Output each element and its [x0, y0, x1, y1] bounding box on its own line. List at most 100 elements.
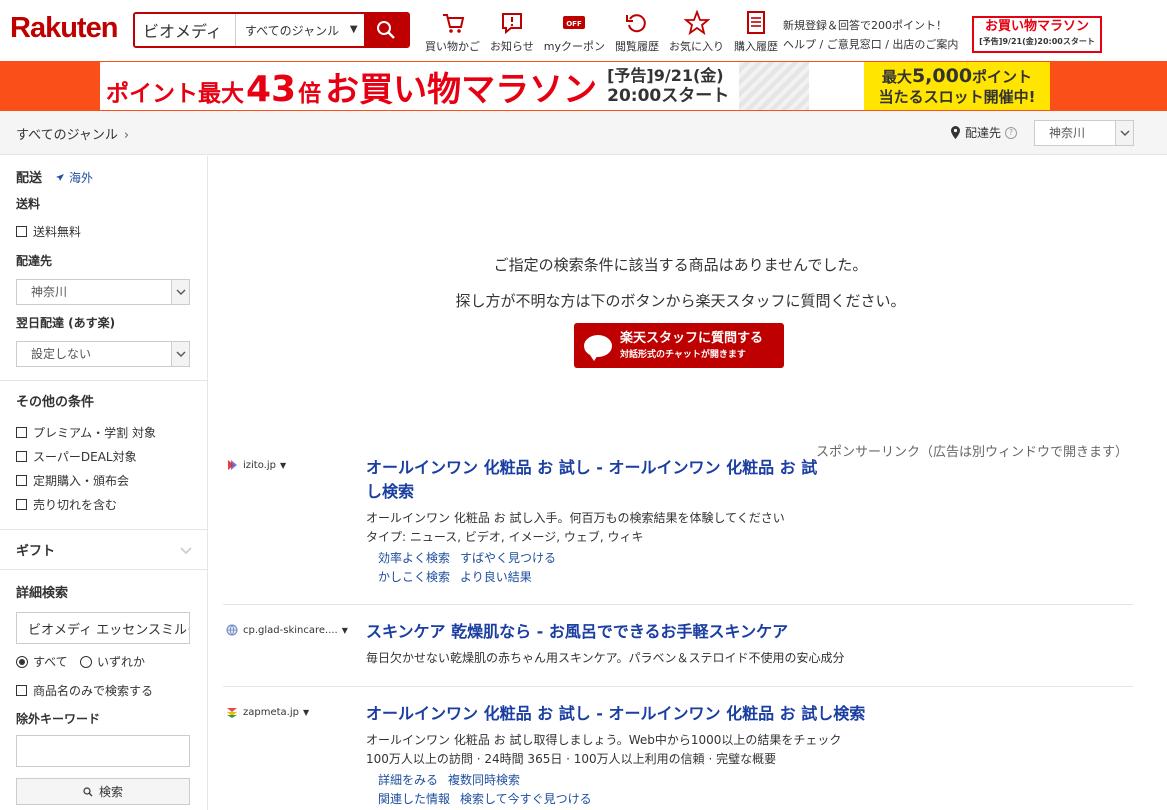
search-input[interactable] — [135, 14, 235, 46]
gift-toggle[interactable] — [180, 544, 192, 558]
ad-sitelink[interactable]: 関連した情報 — [378, 792, 450, 806]
chevron-down-icon — [180, 547, 192, 555]
divider — [0, 529, 207, 530]
chat-bubble-icon — [584, 334, 612, 361]
ad-sitelink[interactable]: かしこく検索 — [378, 570, 450, 584]
nextday-select-value: 設定しない — [31, 347, 92, 361]
ad-sitelink[interactable]: より良い結果 — [460, 570, 532, 584]
free-shipping-checkbox[interactable]: 送料無料 — [16, 223, 81, 240]
divider — [223, 686, 1133, 687]
banner-prefix: ポイント最大 — [106, 80, 244, 107]
divider — [0, 569, 207, 570]
sidebar-search-button[interactable]: 検索 — [16, 778, 190, 805]
radio-any[interactable]: いずれか — [80, 653, 145, 670]
nav-purchase-label: 購入履歴 — [734, 40, 779, 53]
delivery-label-text: 配達先 — [965, 126, 1002, 140]
overseas-link[interactable]: 海外 — [55, 169, 93, 186]
banner-date: [予告]9/21(金) 20:00スタート — [607, 65, 729, 107]
shipping-title: 配送 — [16, 171, 43, 186]
subscription-checkbox[interactable]: 定期購入・頒布会 — [16, 472, 129, 489]
nav-coupon[interactable]: OFF myクーポン — [544, 10, 605, 54]
ask-staff-sub: 対話形式のチャットが開きます — [620, 349, 746, 360]
genre-select[interactable]: すべてのジャンル ▼ — [235, 14, 364, 46]
gift-title[interactable]: ギフト — [16, 540, 55, 559]
caret-down-icon: ▼ — [341, 625, 348, 635]
header-nav: 買い物かご お知らせ OFF myクーポン 閲覧履歴 お気に入り 購入履歴 — [425, 10, 788, 54]
history-icon — [626, 14, 646, 33]
name-only-checkbox[interactable]: 商品名のみで検索する — [16, 682, 153, 699]
notice-icon — [501, 13, 522, 35]
ad-description: タイプ: ニュース, ビデオ, イメージ, ウェブ, ウィキ — [366, 530, 644, 544]
nav-cart-label: 買い物かご — [425, 40, 480, 53]
ad-sitelink[interactable]: 複数同時検索 — [448, 773, 520, 787]
detail-search-input[interactable] — [16, 612, 190, 644]
help-icon[interactable]: ? — [1005, 126, 1018, 139]
ad-title[interactable]: オールインワン 化粧品 お 試し - オールインワン 化粧品 お 試 し検索 — [366, 456, 826, 504]
delivery-select[interactable]: 神奈川 — [1034, 120, 1134, 146]
header-links: 新規登録＆回答で200ポイント！ ヘルプ / ご意見窓口 / 出店のご案内 — [783, 16, 958, 54]
marathon-badge[interactable]: お買い物マラソン [予告]9/21(金)20:00スタート — [972, 16, 1102, 53]
checkbox-box — [16, 451, 27, 462]
nav-notice-label: お知らせ — [490, 40, 534, 53]
rakuten-logo[interactable]: Rakuten — [10, 12, 118, 45]
delivery-select-value: 神奈川 — [1049, 126, 1086, 140]
subscription-label: 定期購入・頒布会 — [33, 474, 130, 488]
genre-select-label: すべてのジャンル — [245, 23, 340, 38]
ad-sitelink[interactable]: 効率よく検索 — [378, 551, 450, 565]
help-links[interactable]: ヘルプ / ご意見窓口 / 出店のご案内 — [783, 35, 958, 54]
chevron-down-icon — [176, 289, 185, 295]
free-shipping-label: 送料無料 — [33, 225, 82, 239]
dest-select[interactable]: 神奈川 — [16, 279, 190, 305]
signup-link[interactable]: 新規登録＆回答で200ポイント！ — [783, 16, 958, 35]
breadcrumb-genre: すべてのジャンル — [16, 128, 118, 143]
ad-description: 毎日欠かせない乾燥肌の赤ちゃん用スキンケア。パラベン＆ステロイド不使用の安心成分 — [366, 651, 845, 665]
banner-start: 20:00スタート — [607, 86, 730, 106]
chevron-right-icon: › — [123, 128, 130, 143]
ad-sitelink[interactable]: 検索して今すぐ見つける — [460, 792, 592, 806]
star-icon — [683, 10, 710, 36]
ad-source[interactable]: izito.jp ▼ — [226, 459, 286, 471]
nav-history-label: 閲覧履歴 — [615, 40, 660, 53]
ad-sitelink[interactable]: すばやく見つける — [460, 551, 556, 565]
breadcrumb[interactable]: すべてのジャンル › — [16, 124, 129, 143]
ad-sitelink[interactable]: 詳細をみる — [378, 773, 438, 787]
caret-down-icon: ▼ — [349, 24, 358, 35]
overseas-link-label: 海外 — [69, 171, 94, 185]
slot-points-unit: ポイント — [972, 68, 1033, 86]
banner-slot-line1: 最大5,000ポイント — [864, 66, 1050, 87]
radio-dot — [16, 655, 28, 668]
globe-icon — [226, 624, 238, 636]
nav-favorites[interactable]: お気に入り — [669, 10, 724, 54]
ad-source[interactable]: cp.glad-skincare.... ▼ — [226, 624, 348, 636]
exclude-keyword-input[interactable] — [16, 735, 190, 767]
nav-history[interactable]: 閲覧履歴 — [615, 10, 659, 54]
ad-sitelinks: 詳細をみる 複数同時検索 — [378, 771, 530, 790]
nav-purchase[interactable]: 購入履歴 — [734, 10, 778, 54]
ad-title[interactable]: オールインワン 化粧品 お 試し - オールインワン 化粧品 お 試し検索 — [366, 702, 865, 726]
radio-all[interactable]: すべて — [16, 653, 68, 670]
ask-staff-label: 楽天スタッフに質問する — [620, 330, 764, 346]
soldout-checkbox[interactable]: 売り切れを含む — [16, 496, 117, 513]
superdeal-checkbox[interactable]: スーパーDEAL対象 — [16, 448, 137, 465]
nav-cart[interactable]: 買い物かご — [425, 10, 480, 54]
izito-favicon-icon — [228, 460, 237, 470]
search-button[interactable] — [363, 14, 408, 46]
breadcrumb-bar: すべてのジャンル › 配達先 ? 神奈川 — [0, 111, 1167, 155]
nextday-select[interactable]: 設定しない — [16, 341, 190, 367]
ad-source[interactable]: zapmeta.jp ▼ — [226, 706, 309, 718]
nav-notice[interactable]: お知らせ — [490, 10, 534, 54]
dest-label: 配達先 — [16, 254, 53, 268]
header: Rakuten すべてのジャンル ▼ 買い物かご お知らせ OFF myクーポン… — [0, 0, 1167, 60]
nextday-label: 翌日配達 (あす楽) — [16, 316, 116, 330]
banner-title: お買い物マラソン — [325, 69, 598, 110]
campaign-banner[interactable]: ポイント最大 43 倍 お買い物マラソン [予告]9/21(金) 20:00スタ… — [0, 61, 1167, 111]
ad-title[interactable]: スキンケア 乾燥肌なら - お風呂でできるお手軽スキンケア — [366, 620, 788, 644]
banner-notice: [予告]9/21(金) — [607, 66, 724, 85]
name-only-label: 商品名のみで検索する — [33, 684, 154, 698]
premium-checkbox[interactable]: プレミアム・学割 対象 — [16, 424, 156, 441]
search-icon — [376, 21, 395, 39]
ask-staff-button[interactable]: 楽天スタッフに質問する 対話形式のチャットが開きます — [574, 323, 784, 368]
svg-text:OFF: OFF — [567, 20, 583, 28]
soldout-label: 売り切れを含む — [33, 498, 118, 512]
ask-staff-text: 楽天スタッフに質問する 対話形式のチャットが開きます — [620, 330, 763, 362]
